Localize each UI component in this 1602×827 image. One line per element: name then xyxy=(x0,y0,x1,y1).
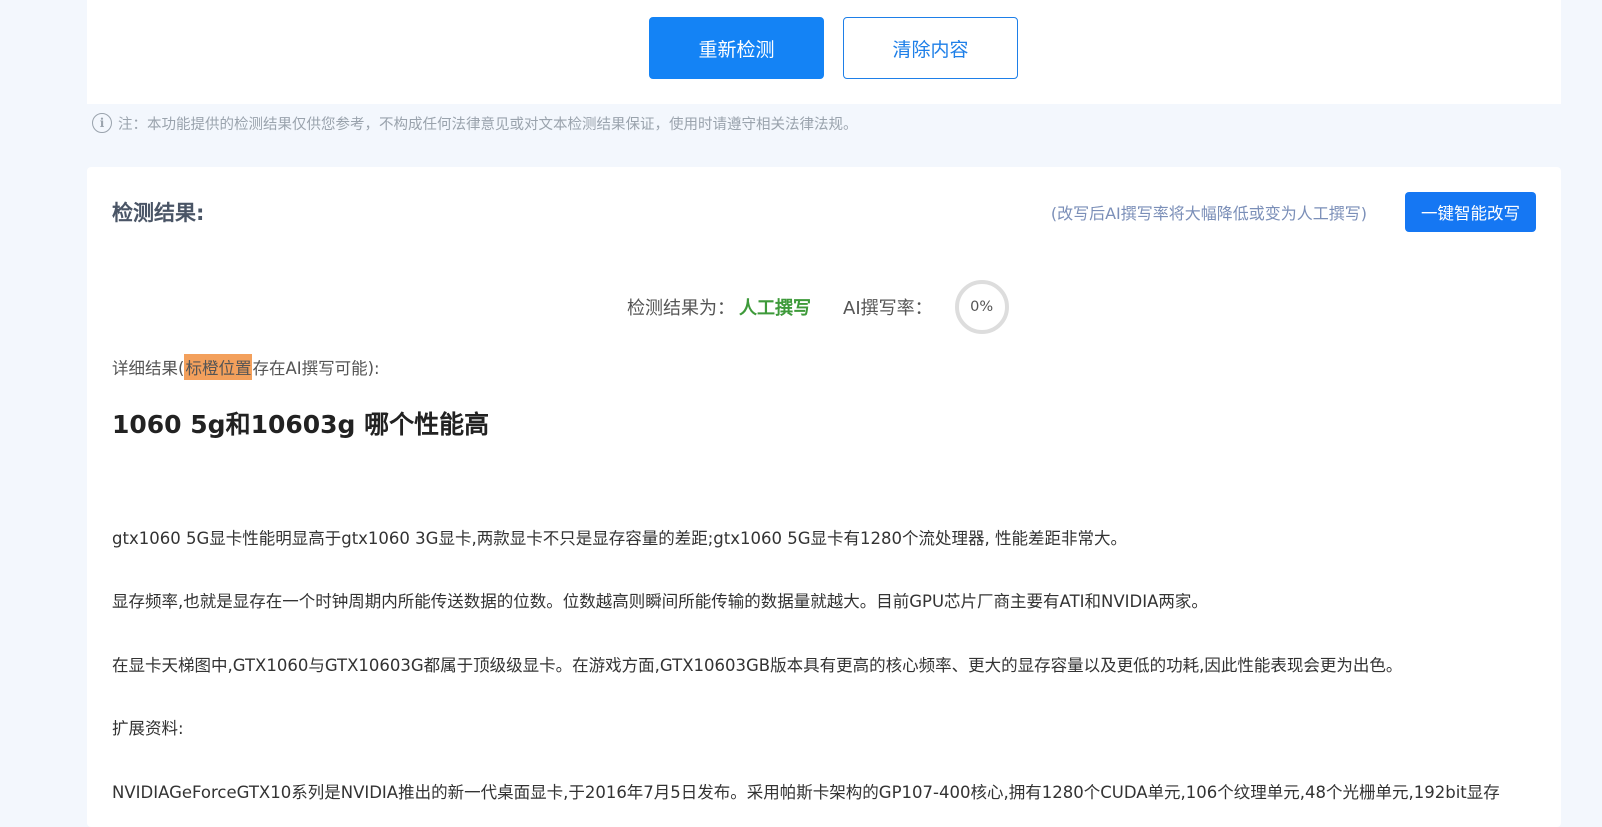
top-action-card: 重新检测 清除内容 xyxy=(87,0,1561,104)
summary-value: 人工撰写 xyxy=(739,298,811,319)
clear-content-button[interactable]: 清除内容 xyxy=(843,17,1018,79)
article-paragraph: 在显卡天梯图中,GTX1060与GTX10603G都属于顶级级显卡。在游戏方面,… xyxy=(112,656,1403,675)
article-paragraph: NVIDIAGeForceGTX10系列是NVIDIA推出的新一代桌面显卡,于2… xyxy=(112,783,1500,802)
detail-prefix: 详细结果( xyxy=(112,359,185,378)
result-title: 检测结果: xyxy=(112,201,205,225)
smart-rewrite-button[interactable]: 一键智能改写 xyxy=(1405,192,1536,232)
result-card: 检测结果: (改写后AI撰写率将大幅降低或变为人工撰写) 一键智能改写 检测结果… xyxy=(87,167,1561,827)
ai-rate-label: AI撰写率： xyxy=(843,298,933,319)
article-paragraph: 扩展资料: xyxy=(112,719,184,738)
detail-suffix: 存在AI撰写可能): xyxy=(252,359,380,378)
ai-rate-circle: 0% xyxy=(954,280,1009,334)
rewrite-hint: (改写后AI撰写率将大幅降低或变为人工撰写) xyxy=(1050,204,1367,223)
article-paragraph: gtx1060 5G显卡性能明显高于gtx1060 3G显卡,两款显卡不只是显存… xyxy=(112,529,1127,548)
disclaimer-text: 注：本功能提供的检测结果仅供您参考，不构成任何法律意见或对文本检测结果保证，使用… xyxy=(118,116,858,133)
detail-legend: 详细结果( 标橙位置 存在AI撰写可能): xyxy=(112,354,380,380)
info-icon: i xyxy=(92,113,112,133)
result-summary: 检测结果为： 人工撰写 AI撰写率： 0% xyxy=(627,279,1009,335)
article-paragraph: 显存频率,也就是显存在一个时钟周期内所能传送数据的位数。位数越高则瞬间所能传输的… xyxy=(112,592,1208,611)
recheck-button[interactable]: 重新检测 xyxy=(649,17,824,79)
disclaimer-notice: i 注：本功能提供的检测结果仅供您参考，不构成任何法律意见或对文本检测结果保证，… xyxy=(92,110,858,136)
summary-label: 检测结果为： xyxy=(627,298,735,319)
article-title: 1060 5g和10603g 哪个性能高 xyxy=(112,410,490,439)
detail-highlight: 标橙位置 xyxy=(184,354,253,380)
